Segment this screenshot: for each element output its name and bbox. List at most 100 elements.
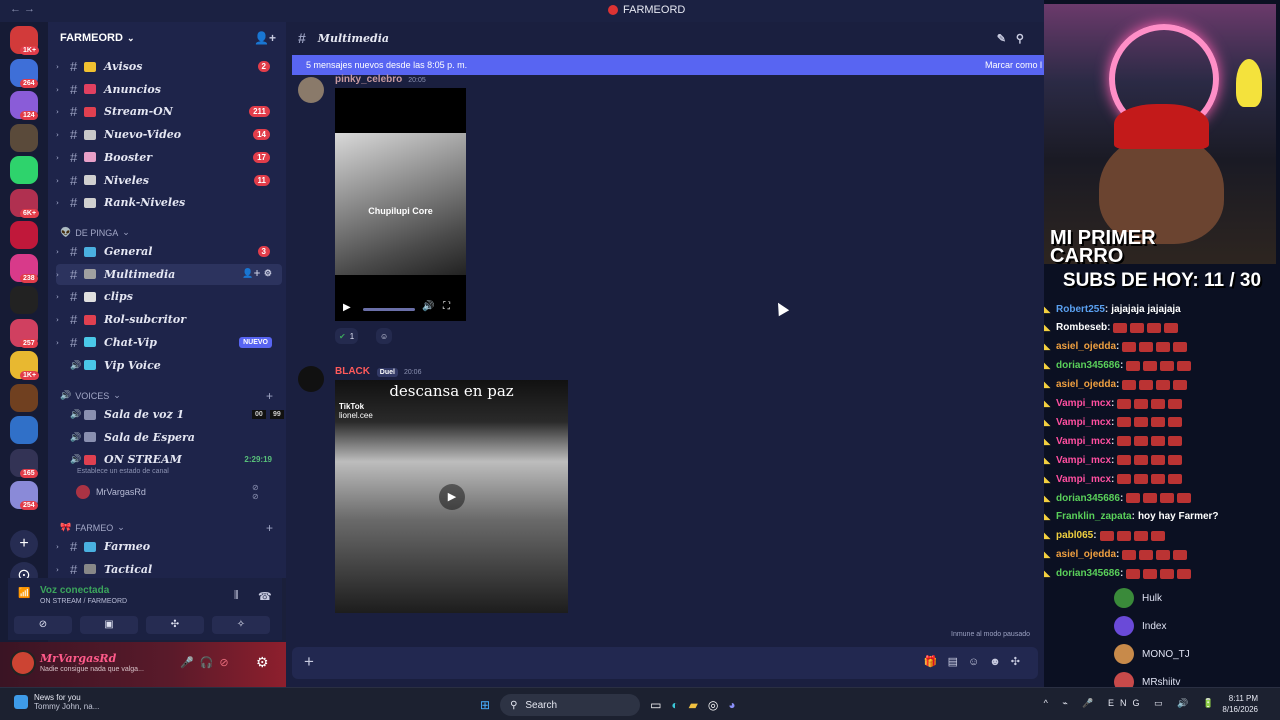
tray-icons[interactable]: ^ ⌁ 🎤	[1044, 698, 1100, 708]
channel-farmeo[interactable]: › # Farmeo	[56, 536, 282, 557]
channel-booster[interactable]: › # Booster 17	[56, 147, 282, 168]
server-icon[interactable]	[10, 221, 38, 249]
channel-vip-voice[interactable]: 🔊 Vip Voice	[56, 355, 282, 376]
channel-name: Nuevo-Video	[104, 128, 182, 142]
chevron-down-icon: ⌄	[113, 390, 121, 400]
badge-icon: ◣	[1044, 399, 1051, 408]
server-icon[interactable]	[10, 286, 38, 314]
channel-anuncios[interactable]: › # Anuncios	[56, 79, 282, 100]
emote-icon	[1164, 322, 1179, 333]
channel-niveles[interactable]: › # Niveles 11	[56, 170, 282, 191]
channel-clips[interactable]: › # clips	[56, 286, 282, 307]
server-header[interactable]: FARMEORD ⌄ 👤+	[48, 22, 286, 54]
channel-rank-niveles[interactable]: › # Rank-Niveles	[56, 192, 282, 213]
server-icon[interactable]	[10, 123, 38, 152]
muted-icon: ⊘ ⊘	[252, 483, 259, 501]
composer-tools-icons[interactable]: 🎁▤☺☻✣	[924, 655, 1030, 668]
gear-icon[interactable]: ⚙	[256, 654, 269, 671]
windows-start-icon[interactable]: ⊞	[480, 698, 490, 712]
voice-connected-channel[interactable]: ON STREAM / FARMEORD	[40, 598, 127, 605]
avatar[interactable]	[10, 650, 36, 676]
hash-icon: #	[70, 561, 78, 577]
mute-deafen-icons[interactable]: 🎤🎧⊘	[180, 656, 235, 669]
video-embed[interactable]: descansa en paz TikTok lionel.cee ▶	[335, 380, 568, 613]
message-composer[interactable]: + 🎁▤☺☻✣	[292, 647, 1038, 679]
channel-avisos[interactable]: › # Avisos 2	[56, 56, 282, 77]
task-view-icon[interactable]: ▭	[650, 698, 661, 712]
volume-icon[interactable]: 🔊	[422, 301, 434, 312]
voice-user[interactable]: MrVargasRd ⊘ ⊘	[76, 483, 259, 501]
discord-icon[interactable]: ◕	[728, 698, 735, 712]
channel-sala-de-voz-1[interactable]: 🔊 Sala de voz 1 00 99	[56, 404, 284, 425]
edge-icon[interactable]: ◐	[671, 698, 678, 712]
activities-button[interactable]: ✣	[146, 616, 204, 634]
server-icon[interactable]	[10, 383, 38, 412]
avatar[interactable]	[298, 366, 324, 392]
chat-user: Vampi_mcx	[1056, 435, 1112, 447]
channel-tactical[interactable]: › # Tactical	[56, 559, 282, 578]
add-channel-icon[interactable]: +	[266, 389, 273, 403]
emote-icon	[1122, 379, 1137, 390]
network-volume-icons[interactable]: ▭ 🔊 🔋	[1154, 698, 1220, 708]
new-messages-text: 5 mensajes nuevos desde las 8:05 p. m.	[306, 60, 468, 70]
category-voices[interactable]: 🔊 VOICES ⌄ +	[60, 389, 273, 403]
chat-colon: :	[1116, 341, 1120, 353]
signal-icon[interactable]: 📶	[18, 588, 30, 599]
back-forward-icons[interactable]: ← →	[10, 3, 35, 15]
emote-icon	[1126, 360, 1141, 371]
disconnect-icon[interactable]: ☎	[258, 590, 272, 603]
voice-member[interactable]: Index	[1114, 613, 1166, 639]
message-author[interactable]: BLACK Duel 20:06	[335, 366, 421, 377]
system-tray[interactable]: ^ ⌁ 🎤 ENG ▭ 🔊 🔋	[1044, 698, 1220, 709]
clock[interactable]: 8:11 PM 8/16/2026	[1222, 693, 1258, 715]
channel-general[interactable]: › # General 3	[56, 241, 282, 262]
category-farmeo[interactable]: 🎀 FARMEO ⌄ +	[60, 521, 273, 535]
channel-chat-vip[interactable]: › # Chat-Vip NUEVO	[56, 332, 282, 353]
message-author[interactable]: pinky_celebro 20:05	[335, 74, 426, 85]
play-icon[interactable]: ▶	[343, 302, 351, 313]
person-add-icon[interactable]: 👤+	[254, 31, 276, 45]
add-server-icon[interactable]: +	[10, 530, 38, 558]
avatar[interactable]	[298, 77, 324, 103]
fullscreen-icon[interactable]: ⛶	[443, 301, 450, 312]
camera-off-button[interactable]: ⊘	[14, 616, 72, 634]
channel-multimedia[interactable]: › # Multimedia 👤+ ⚙	[56, 263, 282, 285]
channel-status-prompt[interactable]: Establece un estado de canal	[77, 468, 169, 475]
channel-nuevo-video[interactable]: › # Nuevo-Video 14	[56, 124, 282, 145]
noise-suppression-icon[interactable]: ⫼	[234, 590, 239, 601]
soundboard-button[interactable]: ✧	[212, 616, 270, 634]
voice-member[interactable]: MRshiitvFireworks Mania	[1114, 669, 1180, 687]
file-explorer-icon[interactable]: ▰	[689, 698, 698, 712]
channel-settings-icons[interactable]: 👤+ ⚙	[242, 269, 272, 279]
chrome-icon[interactable]: ◎	[708, 698, 718, 712]
search-box[interactable]: ⚲ Search	[500, 694, 641, 716]
language-indicator[interactable]: ENG	[1108, 698, 1146, 708]
video-embed[interactable]: Chupilupi Core ▶ 🔊 ⛶	[335, 88, 466, 321]
category-de-pinga[interactable]: 👽 DE PINGA ⌄	[60, 227, 130, 238]
channel-sala-de-espera[interactable]: 🔊 Sala de Espera	[56, 427, 282, 448]
add-reaction-button[interactable]: ☺	[376, 328, 392, 344]
mark-read-button[interactable]: Marcar como l	[985, 55, 1042, 75]
server-icon[interactable]	[10, 156, 38, 184]
voice-member[interactable]: MONO_TJ	[1114, 641, 1190, 667]
stream-chat-line: ◣ Vampi_mcx :	[1044, 451, 1183, 469]
news-widget[interactable]: News for you Tommy John, na...	[14, 693, 99, 711]
new-messages-bar[interactable]: 5 mensajes nuevos desde las 8:05 p. m. M…	[292, 55, 1044, 75]
channel-rol-subcritor[interactable]: › # Rol-subcritor	[56, 309, 282, 330]
play-icon[interactable]: ▶	[439, 484, 465, 510]
add-channel-icon[interactable]: +	[266, 521, 273, 535]
server-icon[interactable]	[10, 416, 38, 444]
voice-member[interactable]: Hulk	[1114, 585, 1162, 611]
category-name: VOICES	[75, 390, 110, 401]
channel-name: Chat-Vip	[104, 335, 157, 349]
channel-stream-on[interactable]: › # Stream-ON 211	[56, 101, 282, 122]
emote-icon	[1126, 493, 1141, 503]
header-tools-icons[interactable]: ✎⚲	[997, 32, 1034, 45]
reaction-chip[interactable]: ✔ 1	[335, 328, 359, 344]
tiktok-user: lionel.cee	[339, 411, 373, 420]
volume-slider[interactable]	[363, 308, 415, 311]
screen-share-button[interactable]: ▣	[80, 616, 138, 634]
channel-emoji-icon	[84, 454, 96, 465]
user-name[interactable]: MrVargasRd	[40, 652, 116, 665]
add-attachment-icon[interactable]: +	[304, 652, 314, 672]
